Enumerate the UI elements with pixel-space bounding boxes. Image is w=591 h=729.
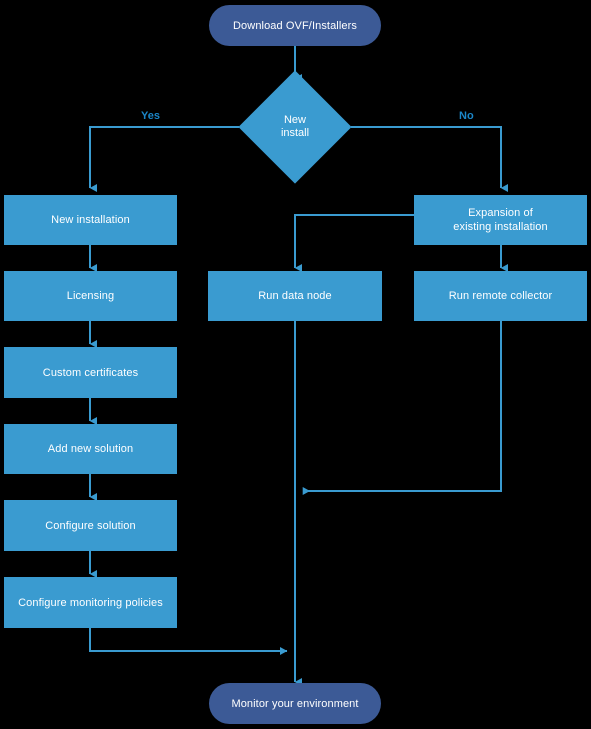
node-download-ovf-installers[interactable]: Download OVF/Installers xyxy=(209,5,381,46)
edge-yes-to-new-installation xyxy=(89,126,239,192)
node-add-new-solution[interactable]: Add new solution xyxy=(4,424,177,474)
node-label-line2: existing installation xyxy=(453,221,548,233)
node-new-installation[interactable]: New installation xyxy=(4,195,177,245)
node-expansion-of-existing-installation[interactable]: Expansion of existing installation xyxy=(414,195,587,245)
node-label: Run remote collector xyxy=(448,290,553,302)
edge-remote-collector-to-spine xyxy=(302,321,502,495)
node-label-line2: install xyxy=(280,127,310,139)
node-label: Add new solution xyxy=(47,443,134,455)
edge-expansion-to-run-data-node xyxy=(294,214,414,272)
edge-no-to-expansion xyxy=(351,126,508,192)
node-monitor-your-environment[interactable]: Monitor your environment xyxy=(209,683,381,724)
node-run-remote-collector[interactable]: Run remote collector xyxy=(414,271,587,321)
node-run-data-node[interactable]: Run data node xyxy=(208,271,382,321)
node-label-line1: New xyxy=(283,114,306,126)
node-configure-monitoring-policies[interactable]: Configure monitoring policies xyxy=(4,577,177,628)
node-new-install-decision[interactable]: New install xyxy=(238,70,352,184)
node-label: Configure monitoring policies xyxy=(18,596,163,609)
node-licensing[interactable]: Licensing xyxy=(4,271,177,321)
node-label-line1: Expansion of xyxy=(468,207,533,219)
node-label: Configure solution xyxy=(45,519,136,532)
node-label: Monitor your environment xyxy=(231,697,359,710)
node-label: Run data node xyxy=(258,290,332,302)
node-label-group: Expansion of existing installation xyxy=(453,206,547,234)
flowchart-canvas: Download OVF/Installers New install Yes … xyxy=(0,0,591,729)
diamond-label-group: New install xyxy=(255,87,335,167)
node-custom-certificates[interactable]: Custom certificates xyxy=(4,347,177,398)
node-label: Licensing xyxy=(66,290,115,302)
edge-monitoring-policies-to-spine xyxy=(89,628,288,655)
edge-label-yes: Yes xyxy=(141,110,160,122)
node-label: Custom certificates xyxy=(42,366,139,379)
node-label: New installation xyxy=(51,214,130,226)
node-configure-solution[interactable]: Configure solution xyxy=(4,500,177,551)
node-label: Download OVF/Installers xyxy=(233,19,357,32)
edge-label-no: No xyxy=(459,110,474,122)
